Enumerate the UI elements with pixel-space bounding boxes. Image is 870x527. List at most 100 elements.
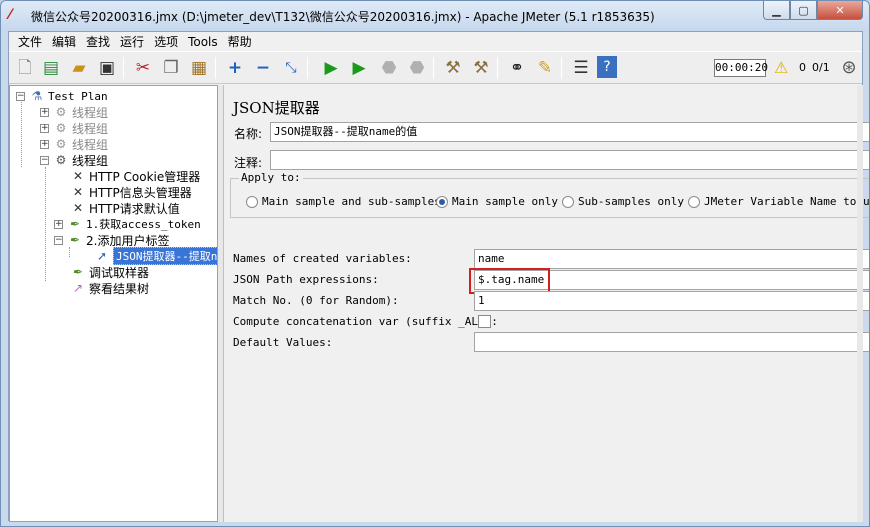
- apply-to-group: Apply to: Main sample and sub-samples Ma…: [230, 171, 869, 218]
- menu-run[interactable]: 运行: [115, 33, 149, 51]
- tree-node-header-manager[interactable]: ✕ HTTP信息头管理器: [70, 184, 192, 200]
- json-path-label: JSON Path expressions:: [233, 273, 379, 286]
- toggle-icon[interactable]: ⤡: [279, 56, 303, 80]
- copy-icon[interactable]: ❐: [159, 56, 183, 80]
- pipette-icon: ✒: [72, 265, 84, 279]
- comment-field[interactable]: [270, 150, 869, 170]
- radio-button[interactable]: [688, 195, 700, 208]
- wrench-icon: ✕: [72, 169, 84, 183]
- search-icon[interactable]: ⚭: [505, 56, 529, 80]
- gear-icon: ⚙: [55, 105, 67, 119]
- flask-icon: ⚗: [31, 89, 43, 103]
- menu-options[interactable]: 选项: [149, 33, 183, 51]
- arrow-icon: ➚: [96, 249, 108, 263]
- tree-node-thread-group[interactable]: − ⚙ 线程组: [40, 152, 108, 168]
- expand-toggle[interactable]: +: [40, 123, 49, 133]
- gear-icon: ⚙: [55, 137, 67, 151]
- tree-node-cookie-manager[interactable]: ✕ HTTP Cookie管理器: [70, 168, 200, 184]
- wrench-icon: ✕: [72, 201, 84, 215]
- help-icon[interactable]: ?: [597, 56, 617, 78]
- menu-edit[interactable]: 编辑: [47, 33, 81, 51]
- tree-node-thread-group[interactable]: + ⚙ 线程组: [40, 120, 108, 136]
- minimize-button[interactable]: ▁: [763, 1, 790, 20]
- stop-icon[interactable]: ⬣: [377, 56, 401, 80]
- pipette-icon: ✒: [69, 233, 81, 247]
- new-icon[interactable]: 🗋: [13, 56, 37, 80]
- radio-main-only[interactable]: Main sample only: [436, 195, 558, 208]
- name-label: 名称:: [234, 127, 263, 141]
- jmeter-feather-icon: ⁄: [9, 7, 12, 23]
- menu-search[interactable]: 查找: [81, 33, 115, 51]
- pipette-icon: ✒: [69, 217, 81, 231]
- reset-search-icon[interactable]: ✎: [533, 56, 557, 80]
- expand-toggle[interactable]: +: [40, 107, 49, 117]
- tree-node-get-token[interactable]: + ✒ 1.获取access_token: [54, 216, 201, 232]
- test-plan-tree: − ⚗ Test Plan + ⚙ 线程组 + ⚙ 线程组 + ⚙ 线程组 −: [9, 85, 218, 522]
- default-values-label: Default Values:: [233, 336, 333, 349]
- names-field[interactable]: name: [474, 249, 869, 269]
- tree-node-results-tree[interactable]: ↗ 察看结果树: [70, 280, 149, 296]
- radio-main-and-sub[interactable]: Main sample and sub-samples: [246, 195, 441, 208]
- toolbar: 🗋 ▤ ▰ ▣ ✂ ❐ ▦ + − ⤡ ▶ ▶ ⬣ ⬣ ⚒ ⚒ ⚭ ✎ ☰ ?: [9, 51, 862, 84]
- tree-node-thread-group[interactable]: + ⚙ 线程组: [40, 104, 108, 120]
- radio-button[interactable]: [562, 195, 574, 208]
- expand-toggle[interactable]: +: [40, 139, 49, 149]
- shutdown-icon[interactable]: ⬣: [405, 56, 429, 80]
- clear-icon[interactable]: ⚒: [441, 56, 465, 80]
- open-icon[interactable]: ▰: [67, 56, 91, 80]
- expand-toggle[interactable]: +: [54, 219, 63, 229]
- radio-sub-only[interactable]: Sub-samples only: [562, 195, 684, 208]
- names-label: Names of created variables:: [233, 252, 412, 265]
- match-no-field[interactable]: 1: [474, 291, 869, 311]
- expand-icon[interactable]: +: [223, 56, 247, 80]
- concat-checkbox[interactable]: [478, 315, 491, 328]
- menu-help[interactable]: 帮助: [223, 33, 257, 51]
- collapse-toggle[interactable]: −: [54, 235, 63, 245]
- window-controls: ▁ ▢ ✕: [763, 1, 863, 21]
- json-extractor-panel: JSON提取器 名称: JSON提取器--提取name的值 注释: Apply …: [223, 85, 869, 522]
- templates-icon[interactable]: ▤: [39, 56, 63, 80]
- tree-node-debug-sampler[interactable]: ✒ 调试取样器: [70, 264, 149, 280]
- menu-bar: 文件 编辑 查找 运行 选项 Tools 帮助: [9, 32, 862, 51]
- maximize-button[interactable]: ▢: [790, 1, 817, 20]
- start-no-pause-icon[interactable]: ▶: [347, 56, 371, 80]
- tree-node-test-plan[interactable]: − ⚗ Test Plan: [16, 88, 108, 104]
- menu-tools[interactable]: Tools: [183, 33, 223, 51]
- thread-count: 0/1: [812, 61, 830, 74]
- concat-label: Compute concatenation var (suffix _ALL):: [233, 315, 498, 328]
- tree-node-add-user-tag[interactable]: − ✒ 2.添加用户标签: [54, 232, 169, 248]
- radio-button[interactable]: [246, 195, 258, 208]
- jmeter-window: ⁄ 微信公众号20200316.jmx (D:\jmeter_dev\T132\…: [0, 0, 870, 527]
- clear-all-icon[interactable]: ⚒: [469, 56, 493, 80]
- radio-button-selected[interactable]: [436, 195, 448, 208]
- collapse-icon[interactable]: −: [251, 56, 275, 80]
- gear-icon: ⚙: [55, 121, 67, 135]
- title-bar[interactable]: ⁄ 微信公众号20200316.jmx (D:\jmeter_dev\T132\…: [1, 1, 869, 31]
- remote-status-icon: ⊛: [841, 57, 857, 78]
- elapsed-timer: 00:00:20: [714, 59, 768, 77]
- function-helper-icon[interactable]: ☰: [569, 56, 593, 80]
- tree-node-json-extractor[interactable]: ➚ JSON提取器--提取n: [94, 247, 217, 265]
- menu-file[interactable]: 文件: [13, 33, 47, 51]
- warning-icon[interactable]: ⚠: [774, 58, 788, 77]
- panel-scrollbar[interactable]: [857, 85, 863, 522]
- paste-icon[interactable]: ▦: [187, 56, 211, 80]
- default-values-field[interactable]: [474, 332, 869, 352]
- save-icon[interactable]: ▣: [95, 56, 119, 80]
- collapse-toggle[interactable]: −: [40, 155, 49, 165]
- comment-label: 注释:: [234, 156, 263, 170]
- match-no-label: Match No. (0 for Random):: [233, 294, 399, 307]
- close-button[interactable]: ✕: [817, 1, 863, 20]
- radio-jmeter-variable[interactable]: JMeter Variable Name to use: [688, 195, 869, 208]
- tree-node-request-defaults[interactable]: ✕ HTTP请求默认值: [70, 200, 180, 216]
- warning-count: 0: [799, 61, 806, 74]
- collapse-toggle[interactable]: −: [16, 91, 25, 101]
- chart-icon: ↗: [72, 281, 84, 295]
- tree-node-thread-group[interactable]: + ⚙ 线程组: [40, 136, 108, 152]
- window-title: 微信公众号20200316.jmx (D:\jmeter_dev\T132\微信…: [31, 10, 655, 24]
- cut-icon[interactable]: ✂: [131, 56, 155, 80]
- name-field[interactable]: JSON提取器--提取name的值: [270, 122, 869, 142]
- apply-to-title: Apply to:: [239, 171, 303, 184]
- wrench-icon: ✕: [72, 185, 84, 199]
- start-icon[interactable]: ▶: [319, 56, 343, 80]
